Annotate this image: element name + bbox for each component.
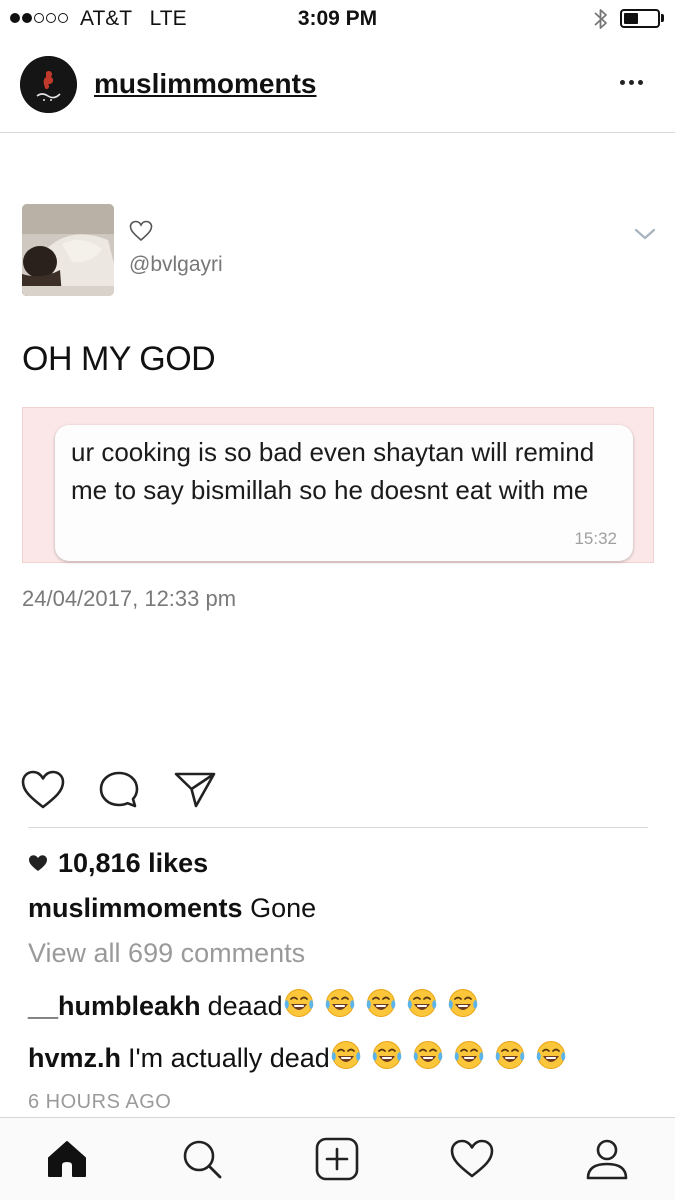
tweet-text: OH MY GOD xyxy=(22,340,216,378)
comment-row: __humbleakh deaad xyxy=(28,987,479,1026)
chat-message-text: ur cooking is so bad even shaytan will r… xyxy=(71,437,595,505)
view-all-comments-link[interactable]: View all 699 comments xyxy=(28,938,305,969)
tweet-avatar-photo-icon xyxy=(22,204,114,296)
post-image[interactable]: @bvlgayri OH MY GOD ur cooking is so bad… xyxy=(0,134,675,754)
comment-emojis xyxy=(283,987,479,1026)
face-with-tears-of-joy-icon xyxy=(413,1041,443,1069)
status-bar: AT&T LTE 3:09 PM xyxy=(0,0,675,38)
battery-icon xyxy=(620,9,660,28)
caption-username[interactable]: muslimmoments xyxy=(28,893,243,923)
more-options-icon[interactable] xyxy=(620,80,643,85)
face-with-tears-of-joy-icon xyxy=(331,1041,361,1069)
comment-row: hvmz.h I'm actually dead xyxy=(28,1039,567,1078)
share-send-icon[interactable] xyxy=(172,768,218,812)
tweet-handle: @bvlgayri xyxy=(129,253,223,276)
likes-row[interactable]: 10,816 likes xyxy=(28,846,208,880)
embedded-chat-screenshot: ur cooking is so bad even shaytan will r… xyxy=(22,407,654,563)
bottom-tab-bar xyxy=(0,1117,675,1200)
search-icon[interactable] xyxy=(179,1136,225,1182)
tweet-date: 24/04/2017, 12:33 pm xyxy=(22,586,237,611)
bluetooth-icon xyxy=(594,9,607,29)
face-with-tears-of-joy-icon xyxy=(448,989,477,1017)
divider xyxy=(28,827,648,828)
account-avatar[interactable] xyxy=(20,56,77,113)
post-action-bar xyxy=(0,754,675,828)
clock: 3:09 PM xyxy=(297,7,378,30)
face-with-tears-of-joy-icon xyxy=(366,989,395,1017)
likes-count: 10,816 likes xyxy=(58,847,209,878)
face-with-tears-of-joy-icon xyxy=(454,1041,484,1069)
comment-bubble-icon[interactable] xyxy=(96,768,142,812)
face-with-tears-of-joy-icon xyxy=(495,1041,525,1069)
profile-icon[interactable] xyxy=(584,1136,630,1182)
post-caption: muslimmoments Gone xyxy=(28,893,316,924)
chat-bubble: ur cooking is so bad even shaytan will r… xyxy=(55,425,633,561)
chevron-down-icon xyxy=(634,228,656,240)
caption-text: Gone xyxy=(250,893,317,923)
tweet-avatar xyxy=(22,204,114,296)
account-username[interactable]: muslimmoments xyxy=(94,68,317,100)
tweet-like-icon xyxy=(129,220,153,242)
face-with-tears-of-joy-icon xyxy=(536,1041,566,1069)
face-with-tears-of-joy-icon xyxy=(407,989,436,1017)
post-header: muslimmoments xyxy=(0,38,675,133)
activity-heart-icon[interactable] xyxy=(449,1136,495,1182)
face-with-tears-of-joy-icon xyxy=(372,1041,402,1069)
face-with-tears-of-joy-icon xyxy=(284,989,313,1017)
face-with-tears-of-joy-icon xyxy=(325,989,354,1017)
comment-text: I'm actually dead xyxy=(128,1043,330,1073)
chat-message-time: 15:32 xyxy=(574,529,617,548)
comment-username[interactable]: __humbleakh xyxy=(28,991,201,1022)
comment-username[interactable]: hvmz.h xyxy=(28,1043,121,1074)
battery-tip xyxy=(661,14,664,22)
comment-emojis xyxy=(330,1039,567,1078)
like-heart-icon[interactable] xyxy=(20,768,66,812)
home-icon[interactable] xyxy=(44,1136,90,1182)
add-post-icon[interactable] xyxy=(314,1136,360,1182)
brand-logo-avatar-icon xyxy=(20,56,77,113)
likes-heart-icon xyxy=(29,855,47,871)
post-time-ago: 6 HOURS AGO xyxy=(28,1091,172,1113)
comment-text: deaad xyxy=(207,991,283,1021)
